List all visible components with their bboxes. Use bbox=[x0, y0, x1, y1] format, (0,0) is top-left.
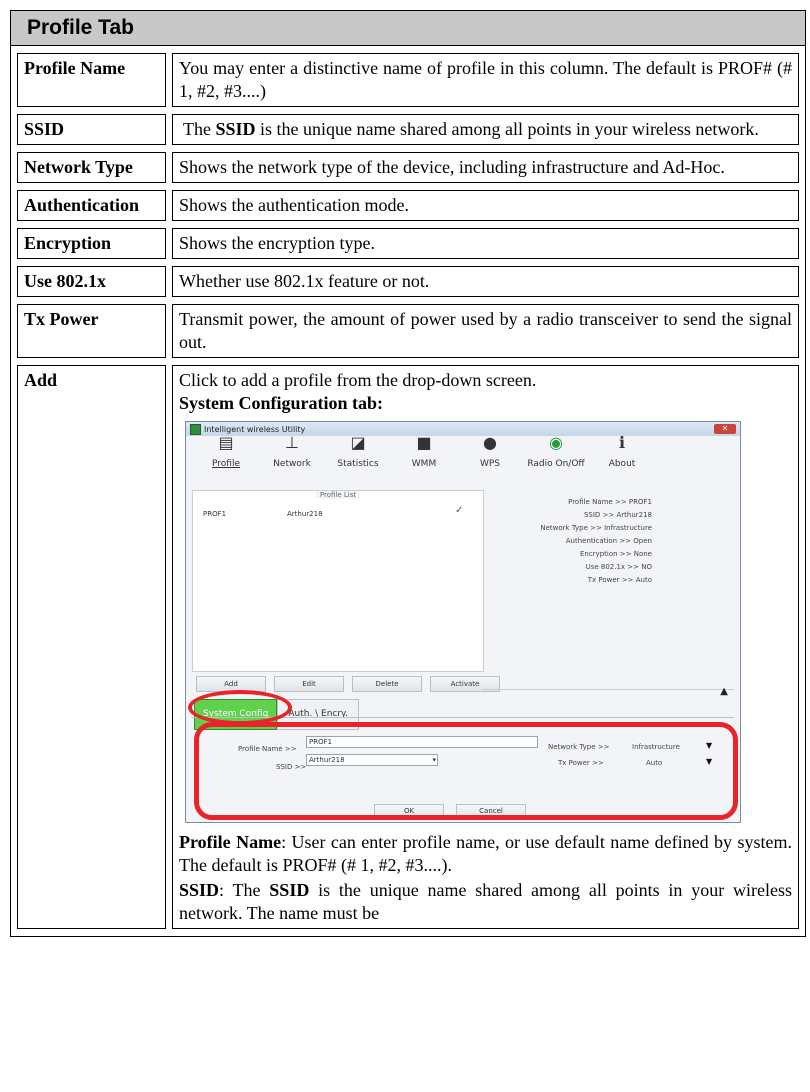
profile-row-ssid[interactable]: Arthur218 bbox=[287, 503, 323, 526]
toolbar-wmm[interactable]: ■ WMM bbox=[394, 433, 454, 480]
row-value: The SSID is the unique name shared among… bbox=[172, 114, 799, 145]
row-key: Network Type bbox=[17, 152, 166, 183]
section-title: Profile Tab bbox=[11, 11, 805, 46]
row-value: Shows the encryption type. bbox=[172, 228, 799, 259]
table-row: SSID The SSID is the unique name shared … bbox=[17, 114, 799, 145]
about-icon: ℹ bbox=[618, 433, 626, 452]
add-subheading: System Configuration tab: bbox=[179, 393, 384, 413]
wps-icon: ● bbox=[483, 433, 497, 452]
radio-icon: ◉ bbox=[549, 433, 563, 452]
divider bbox=[482, 689, 734, 690]
highlight-box bbox=[194, 722, 738, 820]
collapse-arrow-icon[interactable]: ▲ bbox=[720, 680, 728, 703]
network-icon: ⊥ bbox=[285, 433, 299, 452]
row-value: Transmit power, the amount of power used… bbox=[172, 304, 799, 358]
info-line: Use 802.1x >> NO bbox=[585, 563, 652, 571]
table-row: Use 802.1x Whether use 802.1x feature or… bbox=[17, 266, 799, 297]
row-key: Use 802.1x bbox=[17, 266, 166, 297]
add-intro: Click to add a profile from the drop-dow… bbox=[179, 370, 537, 390]
table-row-add: Add Click to add a profile from the drop… bbox=[17, 365, 799, 929]
info-line: Tx Power >> Auto bbox=[587, 576, 652, 584]
info-line: Profile Name >> PROF1 bbox=[568, 498, 652, 506]
toolbar-wps[interactable]: ● WPS bbox=[460, 433, 520, 480]
ssid-paragraph: SSID: The SSID is the unique name shared… bbox=[179, 880, 792, 923]
edit-button[interactable]: Edit bbox=[274, 676, 344, 692]
row-value: Click to add a profile from the drop-dow… bbox=[172, 365, 799, 929]
row-value: Shows the authentication mode. bbox=[172, 190, 799, 221]
info-line: Encryption >> None bbox=[579, 550, 652, 558]
row-key: Authentication bbox=[17, 190, 166, 221]
table-row: Authentication Shows the authentication … bbox=[17, 190, 799, 221]
wmm-icon: ■ bbox=[416, 433, 432, 452]
table-row: Tx Power Transmit power, the amount of p… bbox=[17, 304, 799, 358]
close-icon[interactable]: ✕ bbox=[714, 424, 736, 434]
active-check-icon: ✓ bbox=[455, 505, 464, 516]
row-value: Shows the network type of the device, in… bbox=[172, 152, 799, 183]
table-row: Profile Name You may enter a distinctive… bbox=[17, 53, 799, 107]
row-key: Profile Name bbox=[17, 53, 166, 107]
delete-button[interactable]: Delete bbox=[352, 676, 422, 692]
row-key: Add bbox=[17, 365, 166, 929]
statistics-icon: ◪ bbox=[350, 433, 366, 452]
info-line: Network Type >> Infrastructure bbox=[540, 524, 652, 532]
table-row: Network Type Shows the network type of t… bbox=[17, 152, 799, 183]
highlight-oval bbox=[188, 690, 292, 725]
profile-name-paragraph: Profile Name: User can enter profile nam… bbox=[179, 832, 792, 875]
row-key: SSID bbox=[17, 114, 166, 145]
toolbar-about[interactable]: ℹ About bbox=[592, 433, 652, 480]
toolbar-radio[interactable]: ◉ Radio On/Off bbox=[526, 433, 586, 480]
document-page: Profile Tab Profile Name You may enter a… bbox=[10, 10, 808, 1092]
profile-tab-table: Profile Tab Profile Name You may enter a… bbox=[10, 10, 806, 937]
row-key: Tx Power bbox=[17, 304, 166, 358]
field-table: Profile Name You may enter a distinctive… bbox=[11, 46, 805, 936]
info-line: SSID >> Arthur218 bbox=[583, 511, 652, 519]
table-row: Encryption Shows the encryption type. bbox=[17, 228, 799, 259]
utility-screenshot: Intelligent wireless Utility ✕ ▤ Profile … bbox=[185, 421, 741, 823]
row-value: You may enter a distinctive name of prof… bbox=[172, 53, 799, 107]
info-line: Authentication >> Open bbox=[565, 537, 652, 545]
row-key: Encryption bbox=[17, 228, 166, 259]
profile-list[interactable]: Profile List PROF1 Arthur218 ✓ bbox=[192, 490, 484, 672]
utility-toolbar: ▤ Profile ⊥ Network ◪ Statistics ■ WMM ● WPS … bbox=[186, 433, 740, 480]
profile-info: Profile Name >> PROF1 SSID >> Arthur218 … bbox=[482, 496, 652, 587]
profile-list-title: Profile List bbox=[315, 491, 361, 499]
row-value: Whether use 802.1x feature or not. bbox=[172, 266, 799, 297]
toolbar-network[interactable]: ⊥ Network bbox=[262, 433, 322, 480]
profile-row-name[interactable]: PROF1 bbox=[203, 503, 226, 526]
toolbar-profile[interactable]: ▤ Profile bbox=[196, 433, 256, 480]
toolbar-statistics[interactable]: ◪ Statistics bbox=[328, 433, 388, 480]
profile-icon: ▤ bbox=[218, 433, 234, 452]
